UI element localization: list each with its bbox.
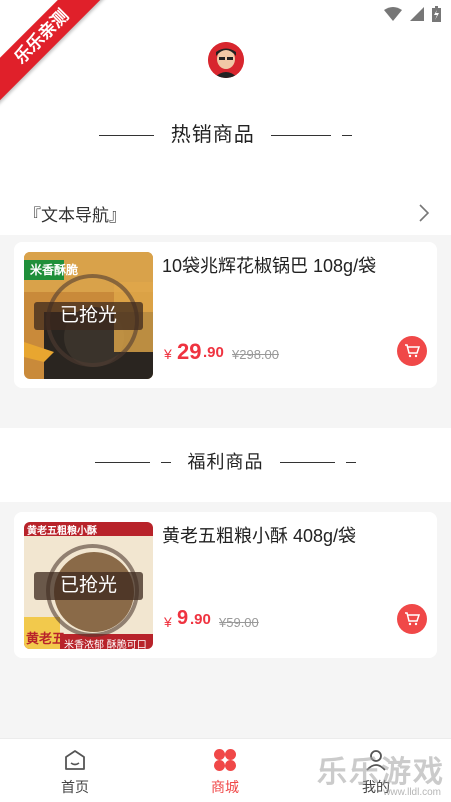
divider-line (95, 462, 151, 464)
mall-icon (214, 749, 236, 771)
price-decimal: .90 (190, 611, 211, 628)
nav-label: 『文本导航』 (24, 206, 126, 225)
price-integer: 29 (177, 339, 202, 364)
tab-bar: 首页 商城 我的 乐乐游戏 www.lldl.com (0, 738, 451, 802)
text-nav-row[interactable]: 『文本导航』 (0, 192, 451, 236)
welfare-section-heading: 福利商品 (0, 448, 451, 474)
soldout-badge: 已抢光 (34, 572, 143, 600)
divider-line (341, 135, 352, 137)
divider-line (99, 135, 155, 137)
divider-line (280, 462, 336, 464)
watermark: 乐乐游戏 (317, 756, 445, 789)
cart-icon (405, 612, 420, 626)
home-icon (65, 750, 85, 770)
thumb-label: 黄老五粗粮小酥 (27, 526, 97, 537)
hot-section-heading: 热销商品 (0, 118, 451, 147)
product-title: 10袋兆辉花椒锅巴 108g/袋 (162, 256, 377, 276)
original-price: ¥59.00 (219, 615, 259, 630)
price-integer: 9 (177, 607, 189, 629)
cart-icon (405, 344, 420, 358)
thumb-label: 米香酥脆 (30, 263, 79, 277)
watermark-url: www.lldl.com (383, 787, 441, 798)
avatar[interactable] (208, 42, 244, 78)
soldout-badge: 已抢光 (34, 302, 143, 330)
battery-icon (432, 6, 441, 22)
divider-line (345, 462, 356, 464)
tab-home[interactable]: 首页 (35, 747, 115, 797)
header: 热销商品 『文本导航』 (0, 30, 451, 235)
wifi-icon (384, 7, 402, 21)
tab-home-label: 首页 (61, 779, 89, 795)
welfare-band: 福利商品 (0, 428, 451, 502)
original-price: ¥298.00 (232, 347, 279, 362)
currency-symbol: ¥ (164, 346, 172, 362)
add-to-cart-button[interactable] (397, 604, 427, 634)
thumb-slogan: 米香浓郁 酥脆可口 (64, 640, 147, 649)
tab-mall-label: 商城 (211, 779, 239, 795)
price-decimal: .90 (203, 344, 224, 361)
tab-mall[interactable]: 商城 (185, 747, 265, 797)
divider-line (160, 462, 171, 464)
divider-line (271, 135, 332, 137)
product-thumbnail: 黄老五粗粮小酥 黄老五 米香浓郁 酥脆可口 已抢光 (24, 522, 153, 649)
add-to-cart-button[interactable] (397, 336, 427, 366)
currency-symbol: ¥ (164, 614, 172, 630)
thumb-brand: 黄老五 (26, 631, 66, 646)
product-card[interactable]: 黄老五粗粮小酥 黄老五 米香浓郁 酥脆可口 已抢光 黄老五粗粮小酥 408g/袋… (14, 512, 437, 658)
product-card[interactable]: 米香酥脆 已抢光 10袋兆辉花椒锅巴 108g/袋 ¥ 29 .90 ¥298.… (14, 242, 437, 388)
signal-icon (410, 7, 424, 21)
hot-section-title: 热销商品 (170, 124, 255, 146)
product-title: 黄老五粗粮小酥 408g/袋 (162, 526, 357, 546)
chevron-right-icon (419, 204, 429, 222)
product-thumbnail: 米香酥脆 已抢光 (24, 252, 153, 379)
welfare-section-title: 福利商品 (187, 452, 264, 472)
